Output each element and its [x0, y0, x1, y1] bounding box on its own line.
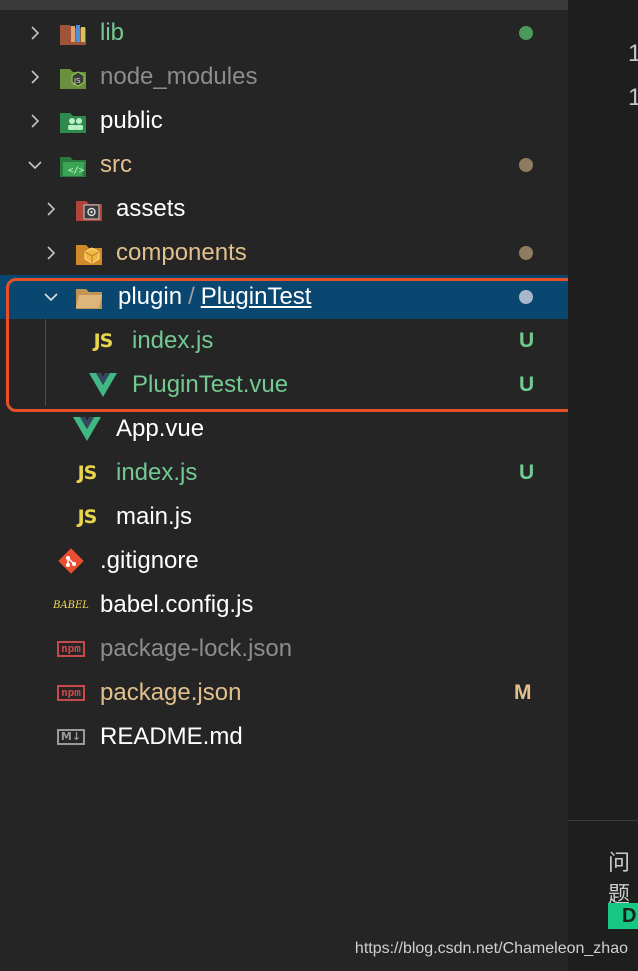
git-status-badge: U: [519, 461, 535, 484]
tree-item-node-modules[interactable]: JS node_modules: [0, 55, 568, 99]
npm-icon-text: npm: [57, 641, 85, 657]
chevron-down-icon[interactable]: [24, 143, 46, 187]
tree-item-package-json[interactable]: npm package.json M: [0, 671, 568, 715]
tree-item-label: node_modules: [100, 63, 258, 90]
file-explorer: lib JS node_modules public </> src asset…: [0, 0, 588, 970]
npm-icon: npm: [56, 678, 86, 708]
tree-item-label: main.js: [116, 503, 193, 530]
javascript-icon: JS: [77, 506, 98, 528]
tree-item-label: README.md: [100, 723, 243, 750]
tree-item-label: package-lock.json: [100, 635, 293, 662]
folder-assets-icon: [74, 194, 104, 224]
folder-lib-icon: [58, 18, 88, 48]
tree-item-assets[interactable]: assets: [0, 187, 568, 231]
tree-item-lib[interactable]: lib: [0, 11, 568, 55]
npm-icon: npm: [56, 634, 86, 664]
explorer-top-strip: [0, 0, 568, 10]
tree-item-package-lock[interactable]: npm package-lock.json: [0, 627, 568, 671]
markdown-icon-text: M↓: [56, 729, 86, 745]
tree-item-main-js[interactable]: JS main.js: [0, 495, 568, 539]
tree-item-label: lib: [100, 19, 125, 46]
tree-item-label: components: [116, 239, 247, 266]
tree-item-babel-config[interactable]: BABEL babel.config.js: [0, 583, 568, 627]
npm-icon-text: npm: [57, 685, 85, 701]
line-number: 1: [628, 40, 638, 67]
tree-item-app-vue[interactable]: App.vue: [0, 407, 568, 451]
tree-item-index-js[interactable]: JS index.js U: [0, 451, 568, 495]
folder-node-icon: JS: [58, 62, 88, 92]
tree-item-src[interactable]: </> src: [0, 143, 568, 187]
tree-item-label: src: [100, 151, 132, 178]
svg-text:</>: </>: [68, 166, 85, 176]
chevron-right-icon[interactable]: [24, 55, 46, 99]
status-dot: [519, 26, 533, 40]
chevron-right-icon[interactable]: [40, 231, 62, 275]
tree-item-public[interactable]: public: [0, 99, 568, 143]
git-status-badge: M: [514, 681, 532, 704]
tree-item-label: index.js: [116, 459, 198, 486]
tree-item-components[interactable]: components: [0, 231, 568, 275]
markdown-icon: M↓: [56, 722, 86, 752]
javascript-icon: JS: [77, 462, 98, 484]
line-number: 1: [628, 84, 638, 111]
tree-item-gitignore[interactable]: .gitignore: [0, 539, 568, 583]
babel-icon: BABEL: [53, 599, 89, 611]
folder-components-icon: [74, 238, 104, 268]
tree-item-readme[interactable]: M↓ README.md: [0, 715, 568, 759]
editor-area[interactable]: 1 1: [568, 0, 638, 820]
tree-item-label: babel.config.js: [100, 591, 254, 618]
tree-item-label: assets: [116, 195, 186, 222]
highlight-box: [6, 278, 588, 412]
vue-icon: [72, 414, 102, 444]
tab-problems[interactable]: 问题: [608, 845, 638, 909]
status-dot: [519, 158, 533, 172]
panel-button[interactable]: D: [608, 903, 638, 929]
watermark: https://blog.csdn.net/Chameleon_zhao: [354, 940, 628, 957]
chevron-right-icon[interactable]: [24, 99, 46, 143]
tree-item-label: .gitignore: [100, 547, 199, 574]
folder-src-icon: </>: [58, 150, 88, 180]
folder-public-icon: [58, 106, 88, 136]
status-dot: [519, 246, 533, 260]
chevron-right-icon[interactable]: [40, 187, 62, 231]
tree-item-label: App.vue: [116, 415, 205, 442]
git-icon: [56, 546, 86, 576]
tree-item-label: public: [100, 107, 163, 134]
svg-text:JS: JS: [73, 77, 81, 85]
chevron-right-icon[interactable]: [24, 11, 46, 55]
tree-item-label: package.json: [100, 679, 242, 706]
